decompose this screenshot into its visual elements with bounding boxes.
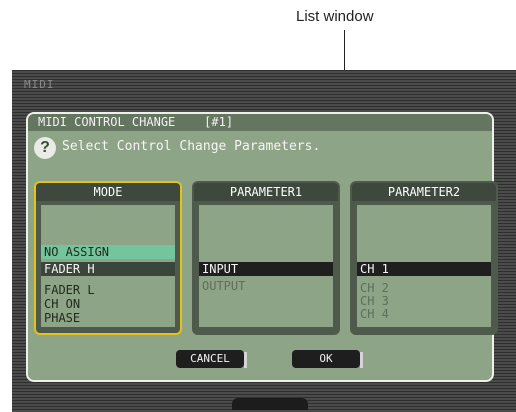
cancel-button[interactable]: CANCEL xyxy=(176,350,247,368)
question-icon: ? xyxy=(34,137,56,159)
ok-button[interactable]: OK xyxy=(292,350,363,368)
mode-list-header: MODE xyxy=(36,183,180,201)
parameter1-list-body[interactable]: INPUT OUTPUT xyxy=(199,205,333,327)
parameter1-list-header: PARAMETER1 xyxy=(194,183,338,201)
parameter1-item-input[interactable]: INPUT xyxy=(199,262,333,276)
parameter2-item-ch3[interactable]: CH 3 xyxy=(357,294,491,308)
mode-item-no-assign[interactable]: NO ASSIGN xyxy=(41,245,175,259)
screen-title: MIDI xyxy=(24,78,55,91)
dialog-title: MIDI CONTROL CHANGE [#1] xyxy=(28,114,492,131)
callout-label: List window xyxy=(296,8,374,25)
mode-item-phase[interactable]: PHASE xyxy=(41,311,175,325)
bottom-tab[interactable] xyxy=(232,398,308,410)
mode-item-fader-h[interactable]: FADER H xyxy=(41,262,175,276)
mode-item-ch-on[interactable]: CH ON xyxy=(41,297,175,311)
parameter1-list[interactable]: PARAMETER1 INPUT OUTPUT xyxy=(192,181,340,335)
mode-list-body[interactable]: NO ASSIGN FADER H FADER L CH ON PHASE xyxy=(41,205,175,327)
parameter2-item-ch2[interactable]: CH 2 xyxy=(357,281,491,295)
parameter2-list-header: PARAMETER2 xyxy=(352,183,496,201)
parameter2-list-body[interactable]: CH 1 CH 2 CH 3 CH 4 xyxy=(357,205,491,327)
dialog-prompt: Select Control Change Parameters. xyxy=(62,139,321,154)
parameter2-list[interactable]: PARAMETER2 CH 1 CH 2 CH 3 CH 4 xyxy=(350,181,498,335)
parameter2-item-ch1[interactable]: CH 1 xyxy=(357,262,491,276)
midi-control-change-dialog: MIDI CONTROL CHANGE [#1] ? Select Contro… xyxy=(26,112,498,382)
mode-list[interactable]: MODE NO ASSIGN FADER H FADER L CH ON PHA… xyxy=(34,181,182,335)
parameter2-item-ch4[interactable]: CH 4 xyxy=(357,307,491,321)
parameter1-item-output[interactable]: OUTPUT xyxy=(199,279,333,293)
mode-item-fader-l[interactable]: FADER L xyxy=(41,283,175,297)
